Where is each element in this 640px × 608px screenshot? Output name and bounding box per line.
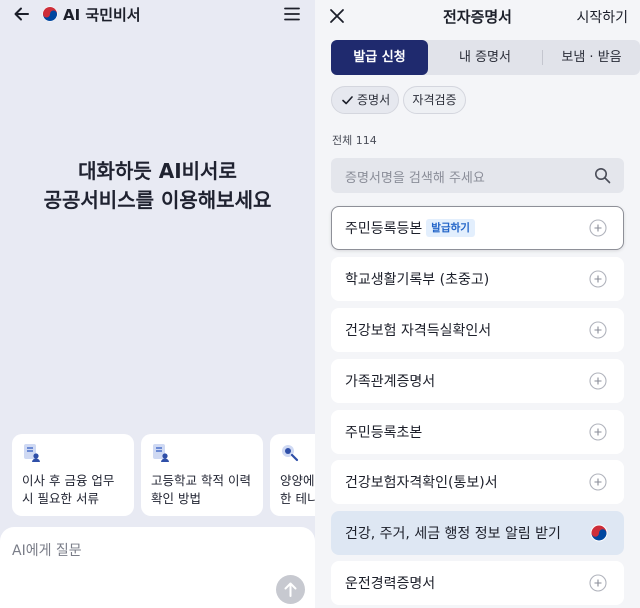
chip-label: 증명서 bbox=[357, 93, 391, 107]
search-icon[interactable] bbox=[594, 167, 611, 184]
certificate-row[interactable]: 운전경력증명서 bbox=[331, 561, 624, 605]
document-person-icon bbox=[24, 444, 40, 462]
issue-badge[interactable]: 발급하기 bbox=[426, 219, 475, 237]
ai-assistant-panel: AI 국민비서 대화하듯 AI비서로 공공서비스를 이용해보세요 이사 후 금융… bbox=[0, 0, 315, 608]
welcome-headline: 대화하듯 AI비서로 공공서비스를 이용해보세요 bbox=[0, 157, 315, 215]
certificate-name: 주민등록초본 bbox=[345, 425, 423, 441]
app-screen: AI 국민비서 대화하듯 AI비서로 공공서비스를 이용해보세요 이사 후 금융… bbox=[0, 0, 640, 608]
certificate-row[interactable]: 학교생활기록부 (초중고) bbox=[331, 257, 624, 301]
certificate-name: 학교생활기록부 (초중고) bbox=[345, 272, 490, 288]
chip-qualification[interactable]: 자격검증 bbox=[403, 86, 466, 114]
certificate-name: 운전경력증명서 bbox=[345, 576, 436, 592]
send-button[interactable] bbox=[276, 575, 305, 604]
tab-issue-request[interactable]: 발급 신청 bbox=[331, 40, 428, 75]
korea-gov-icon bbox=[590, 524, 608, 542]
certificate-row[interactable]: 주민등록초본 bbox=[331, 410, 624, 454]
total-count: 전체 114 bbox=[332, 134, 377, 147]
brand-title: AI 국민비서 bbox=[63, 5, 141, 24]
search-placeholder[interactable]: 증명서명을 검색해 주세요 bbox=[345, 167, 485, 186]
notification-label: 건강, 주거, 세금 행정 정보 알림 받기 bbox=[345, 526, 561, 542]
suggestion-line: 시 필요한 서류 bbox=[22, 491, 99, 506]
ask-input-area[interactable]: AI에게 질문 bbox=[0, 527, 315, 608]
plus-circle-icon[interactable] bbox=[589, 372, 607, 390]
suggestion-text: 이사 후 금융 업무 시 필요한 서류 bbox=[22, 472, 128, 508]
certificate-row[interactable]: 건강보험 자격득실확인서 bbox=[331, 308, 624, 352]
suggestion-cards: 이사 후 금융 업무 시 필요한 서류 고등학교 학적 이력 확인 방법 양양에… bbox=[12, 434, 315, 516]
suggestion-line: 양양에 bbox=[280, 473, 315, 488]
certificate-name: 건강보험 자격득실확인서 bbox=[345, 323, 492, 339]
ask-input-placeholder[interactable]: AI에게 질문 bbox=[12, 540, 82, 560]
certificate-name: 건강보험자격확인(통보)서 bbox=[345, 475, 498, 491]
suggestion-line: 고등학교 학적 이력 bbox=[151, 473, 251, 488]
assistant-header: AI 국민비서 bbox=[0, 0, 315, 32]
headline-line-1: 대화하듯 AI비서로 bbox=[78, 159, 237, 183]
headline-line-2: 공공서비스를 이용해보세요 bbox=[43, 188, 272, 212]
plus-circle-icon[interactable] bbox=[589, 574, 607, 592]
magnifier-person-icon bbox=[282, 445, 299, 462]
korea-gov-logo-icon bbox=[42, 6, 58, 22]
suggestion-card[interactable]: 양양에 한 테니 bbox=[270, 434, 315, 516]
brand: AI 국민비서 bbox=[42, 3, 141, 25]
suggestion-line: 확인 방법 bbox=[151, 491, 201, 506]
arrow-up-icon bbox=[284, 582, 297, 597]
hamburger-menu-icon[interactable] bbox=[283, 5, 301, 23]
plus-circle-icon[interactable] bbox=[589, 270, 607, 288]
e-certificate-panel: 전자증명서 시작하기 발급 신청 내 증명서 보냄 · 받음 증명서 자격검증 … bbox=[315, 0, 640, 608]
back-arrow-icon[interactable] bbox=[12, 4, 32, 24]
plus-circle-icon[interactable] bbox=[589, 219, 607, 237]
certificate-label: 주민등록등본 발급하기 bbox=[345, 218, 475, 238]
tab-sent-received[interactable]: 보냄 · 받음 bbox=[543, 40, 640, 75]
search-bar[interactable]: 증명서명을 검색해 주세요 bbox=[331, 158, 624, 193]
plus-circle-icon[interactable] bbox=[589, 321, 607, 339]
certificate-row[interactable]: 가족관계증명서 bbox=[331, 359, 624, 403]
suggestion-card[interactable]: 이사 후 금융 업무 시 필요한 서류 bbox=[12, 434, 134, 516]
tab-bar: 발급 신청 내 증명서 보냄 · 받음 bbox=[331, 40, 640, 75]
suggestion-line: 이사 후 금융 업무 bbox=[22, 473, 115, 488]
plus-circle-icon[interactable] bbox=[589, 473, 607, 491]
suggestion-text: 고등학교 학적 이력 확인 방법 bbox=[151, 472, 257, 508]
certificate-name: 주민등록등본 bbox=[345, 221, 423, 237]
tab-my-certificates[interactable]: 내 증명서 bbox=[428, 40, 542, 75]
plus-circle-icon[interactable] bbox=[589, 423, 607, 441]
notification-banner-row[interactable]: 건강, 주거, 세금 행정 정보 알림 받기 bbox=[331, 511, 624, 555]
chip-certificate[interactable]: 증명서 bbox=[331, 86, 399, 114]
certificate-row[interactable]: 건강보험자격확인(통보)서 bbox=[331, 460, 624, 504]
start-button[interactable]: 시작하기 bbox=[576, 7, 628, 27]
checkmark-icon bbox=[342, 96, 353, 105]
certificate-row[interactable]: 주민등록등본 발급하기 bbox=[331, 206, 624, 250]
suggestion-text: 양양에 한 테니 bbox=[280, 472, 315, 508]
suggestion-line: 한 테니 bbox=[280, 491, 315, 506]
document-person-icon bbox=[153, 444, 169, 462]
certificate-name: 가족관계증명서 bbox=[345, 374, 436, 390]
suggestion-card[interactable]: 고등학교 학적 이력 확인 방법 bbox=[141, 434, 263, 516]
